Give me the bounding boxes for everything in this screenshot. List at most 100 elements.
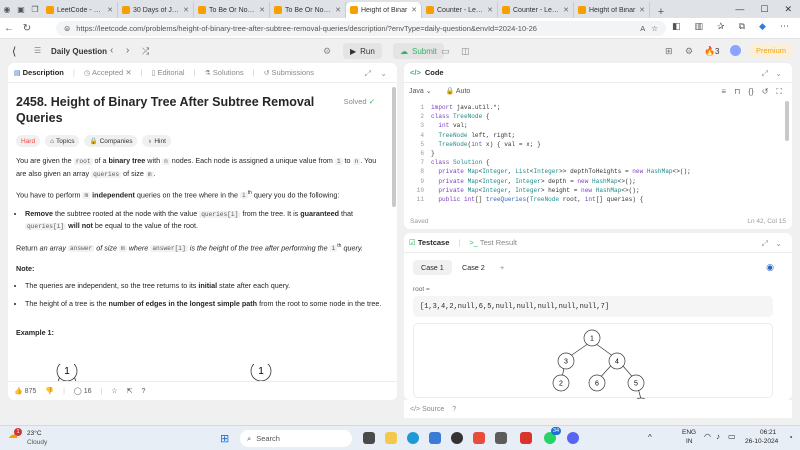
comments-button[interactable]: ◯ 16	[74, 387, 92, 395]
tab-test-result[interactable]: >_ Test Result	[469, 238, 517, 247]
panel-menu-icon[interactable]: ⌄	[775, 69, 782, 78]
maximize-icon[interactable]: ☐	[760, 4, 768, 15]
settings-icon[interactable]: ⚙	[685, 46, 693, 57]
notes-icon[interactable]: ▭	[441, 46, 450, 57]
favorite-icon[interactable]: ☆	[651, 24, 658, 33]
streak-icon[interactable]: 🔥	[704, 46, 715, 57]
debug-icon[interactable]: ⚙	[323, 46, 331, 57]
close-window-icon[interactable]: ✕	[784, 4, 792, 15]
like-button[interactable]: 👍 875	[14, 387, 36, 395]
task-view-icon[interactable]	[363, 432, 375, 444]
problem-title[interactable]: 2458. Height of Binary Tree After Subtre…	[16, 94, 316, 126]
workspaces-icon[interactable]: ▣	[14, 5, 28, 14]
source-button[interactable]: </> Source	[410, 406, 444, 413]
maximize-panel-icon[interactable]: ⤢	[762, 239, 768, 249]
close-tab-icon[interactable]: ✕	[125, 68, 131, 77]
shuffle-icon[interactable]: ⤮	[142, 46, 149, 57]
scrollbar[interactable]	[785, 101, 789, 141]
help-icon[interactable]: ?	[141, 388, 145, 395]
submit-button[interactable]: ☁ Submit	[393, 43, 444, 59]
browser-tab[interactable]: To Be Or Not To ✕	[270, 2, 346, 18]
volume-icon[interactable]: ♪	[716, 432, 720, 441]
taskbar-search[interactable]: ⌕ Search	[240, 430, 352, 447]
browser-tab[interactable]: LeetCode - Sear ✕	[42, 2, 118, 18]
notifications-icon[interactable]: ◔	[788, 433, 793, 442]
help-icon[interactable]: ?	[452, 406, 456, 413]
avatar[interactable]	[730, 45, 741, 56]
tray-chevron-icon[interactable]: ^	[648, 433, 652, 442]
maximize-panel-icon[interactable]: ⤢	[762, 69, 768, 79]
tab-editorial[interactable]: ▯ Editorial	[152, 68, 185, 77]
dislike-icon[interactable]: 👎	[45, 387, 54, 395]
site-info-icon[interactable]: ⊜	[64, 24, 70, 33]
topics-chip[interactable]: ⌂ Topics	[45, 135, 80, 147]
read-aloud-icon[interactable]: A	[640, 24, 645, 33]
companies-chip[interactable]: 🔒 Companies	[84, 135, 138, 147]
dell-icon[interactable]	[451, 432, 463, 444]
browser-tab[interactable]: 30 Days of Java ✕	[118, 2, 194, 18]
split-screen-icon[interactable]: ▥	[695, 21, 704, 32]
prev-problem-icon[interactable]: ‹	[110, 45, 113, 56]
tab-actions-icon[interactable]: ❐	[28, 5, 42, 14]
app-icon[interactable]	[520, 432, 532, 444]
fullscreen-icon[interactable]: ⛶	[776, 87, 782, 97]
close-tab-icon[interactable]: ✕	[411, 6, 417, 14]
add-case-button[interactable]: +	[492, 260, 512, 275]
media-icon[interactable]	[495, 432, 507, 444]
browser-tab-active[interactable]: Height of Binar ✕	[346, 2, 422, 18]
panel-menu-icon[interactable]: ⌄	[380, 69, 387, 78]
language-select[interactable]: Java ⌄	[409, 87, 432, 95]
problem-list-icon[interactable]: ☰	[34, 46, 41, 55]
tab-description[interactable]: ▤ Description	[14, 68, 64, 77]
edge-icon[interactable]	[407, 432, 419, 444]
browser-tab[interactable]: Counter - LeetC ✕	[498, 2, 574, 18]
run-button[interactable]: ▶ Run	[343, 43, 382, 59]
braces-icon[interactable]: {}	[748, 87, 753, 97]
office-icon[interactable]	[473, 432, 485, 444]
star-icon[interactable]: ☆	[111, 387, 117, 395]
collections-icon[interactable]: ⧉	[739, 21, 745, 32]
tab-solutions[interactable]: ⚗ Solutions	[205, 68, 244, 77]
clock-date[interactable]: 26-10-2024	[745, 438, 778, 445]
next-problem-icon[interactable]: ›	[126, 45, 129, 56]
close-tab-icon[interactable]: ✕	[107, 6, 113, 14]
tab-testcase[interactable]: ☑ Testcase	[409, 238, 449, 247]
premium-button[interactable]: Premium	[750, 44, 793, 58]
tab-submissions[interactable]: ↺ Submissions	[264, 68, 314, 77]
chat-icon[interactable]: ◫	[461, 46, 470, 57]
favorites-icon[interactable]: ✰	[717, 21, 725, 32]
refresh-icon[interactable]: ↻	[18, 23, 36, 34]
share-icon[interactable]: ⇱	[127, 387, 133, 395]
tab-accepted[interactable]: ◷ Accepted ✕	[84, 68, 132, 77]
browser-tab[interactable]: Counter - LeetC ✕	[422, 2, 498, 18]
close-tab-icon[interactable]: ✕	[487, 6, 493, 14]
format-icon[interactable]: ≡	[721, 87, 726, 97]
wifi-icon[interactable]: ◠	[704, 432, 711, 441]
bookmark-icon[interactable]: ⊓	[734, 87, 740, 97]
leetcode-logo-icon[interactable]: ⟨	[12, 45, 16, 58]
windows-start-icon[interactable]: ⊞	[220, 432, 229, 445]
daily-question-label[interactable]: Daily Question	[51, 47, 107, 56]
file-explorer-icon[interactable]	[385, 432, 397, 444]
clock-time[interactable]: 06:21	[760, 429, 776, 436]
url-field[interactable]: ⊜ https://leetcode.com/problems/height-o…	[56, 21, 666, 36]
close-tab-icon[interactable]: ✕	[563, 6, 569, 14]
new-tab-icon[interactable]: +	[654, 6, 668, 18]
case-1-tab[interactable]: Case 1	[413, 260, 452, 275]
discord-icon[interactable]	[567, 432, 579, 444]
layout-icon[interactable]: ⊞	[665, 46, 673, 57]
close-tab-icon[interactable]: ✕	[335, 6, 341, 14]
scrollbar[interactable]	[392, 87, 396, 207]
language-indicator[interactable]: ENG	[682, 429, 696, 436]
auto-toggle[interactable]: 🔒 Auto	[446, 87, 471, 95]
eye-icon[interactable]: ◉	[766, 262, 774, 273]
extension-icon[interactable]: ◧	[672, 21, 681, 32]
region-indicator[interactable]: IN	[686, 438, 693, 445]
browser-tab[interactable]: Height of Binar ✕	[574, 2, 650, 18]
root-input[interactable]: [1,3,4,2,null,6,5,null,null,null,null,nu…	[413, 296, 773, 317]
panel-menu-icon[interactable]: ⌄	[775, 239, 782, 248]
case-2-tab[interactable]: Case 2	[454, 260, 493, 275]
back-icon[interactable]: ←	[0, 23, 18, 34]
browser-menu-icon[interactable]: ⋯	[780, 21, 789, 32]
reset-icon[interactable]: ↺	[762, 87, 769, 97]
